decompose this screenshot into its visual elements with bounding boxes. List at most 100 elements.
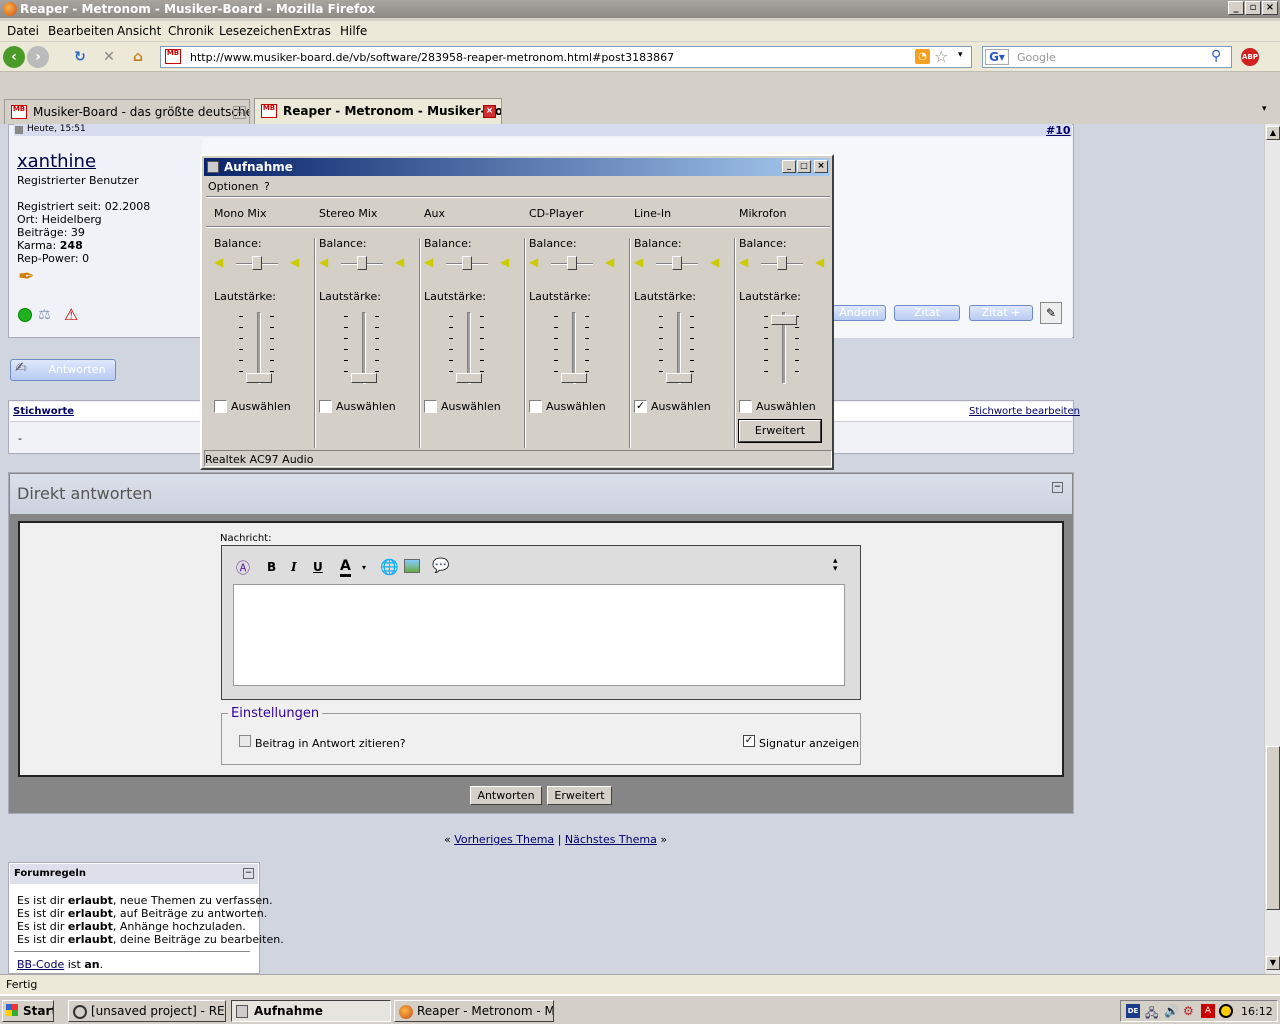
tab-musiker-board[interactable]: MB Musiker-Board - das größte deutsche M.… (4, 99, 250, 124)
insert-quote-icon[interactable]: 💬 (432, 558, 449, 574)
task-firefox[interactable]: Reaper - Metronom - Mu... (394, 1000, 554, 1022)
font-color-button[interactable]: A (340, 558, 351, 577)
task-reaper[interactable]: [unsaved project] - REA... (68, 1000, 226, 1022)
bold-button[interactable]: B (267, 560, 276, 574)
username-link[interactable]: xanthine (17, 151, 96, 172)
balance-thumb[interactable] (462, 256, 472, 270)
volume-thumb[interactable] (561, 372, 587, 383)
collapse-icon[interactable]: − (1052, 482, 1063, 493)
volume-thumb[interactable] (771, 315, 797, 326)
select-checkbox-line-in[interactable]: ✓ (634, 400, 647, 413)
insert-link-icon[interactable]: 🌐 (380, 558, 399, 576)
speaker-left-icon: ◀ (739, 255, 749, 269)
tab-list-icon[interactable]: ▾ (1262, 104, 1267, 114)
reload-icon[interactable]: ↻ (69, 46, 91, 68)
tags-title[interactable]: Stichworte (13, 406, 74, 417)
settings-tray-icon[interactable]: ⚙ (1183, 1004, 1194, 1018)
adblock-icon[interactable]: ABP (1241, 48, 1259, 66)
quote-checkbox[interactable] (239, 735, 251, 747)
rules-collapse-icon[interactable]: − (243, 868, 254, 879)
dialog-menu-options[interactable]: Optionen (208, 180, 258, 193)
rss-feed-icon[interactable]: ◔ (915, 49, 930, 64)
balance-thumb[interactable] (357, 256, 367, 270)
color-dropdown-icon[interactable]: ▾ (362, 563, 366, 572)
scroll-up-icon[interactable]: ▲ (1266, 126, 1280, 140)
advanced-reply-button[interactable]: Erweitert (547, 786, 612, 805)
volume-icon[interactable]: 🔊 (1164, 1004, 1179, 1018)
bbcode-link[interactable]: BB-Code (17, 958, 64, 971)
prev-thread-link[interactable]: Vorheriges Thema (454, 833, 554, 846)
task-recording[interactable]: Aufnahme (231, 1000, 391, 1022)
underline-button[interactable]: U (313, 560, 323, 574)
menu-bearbeiten[interactable]: Bearbeiten (48, 24, 114, 38)
select-checkbox-aux[interactable] (424, 400, 437, 413)
report-warning-icon[interactable]: ⚠ (64, 305, 78, 324)
remove-format-icon[interactable]: Ⓐ (236, 558, 250, 578)
resize-editor-icon[interactable]: ▴ ▾ (833, 557, 838, 574)
signature-checkbox[interactable]: ✓ (743, 735, 755, 747)
tags-edit-link[interactable]: Stichworte bearbeiten (969, 406, 1080, 417)
menu-datei[interactable]: Datei (7, 24, 39, 38)
menu-chronik[interactable]: Chronik (168, 24, 214, 38)
select-checkbox-cd-player[interactable] (529, 400, 542, 413)
search-engine-icon[interactable]: G▾ (985, 49, 1009, 65)
tab-reaper-metronom[interactable]: MB Reaper - Metronom - Musiker-Bo... × (254, 98, 502, 124)
stop-icon[interactable]: ✕ (98, 46, 120, 68)
scroll-thumb[interactable] (1266, 746, 1280, 910)
select-checkbox-stereo-mix[interactable] (319, 400, 332, 413)
menu-lesezeichen[interactable]: Lesezeichen (219, 24, 293, 38)
balance-thumb[interactable] (777, 256, 787, 270)
quote-plus-button[interactable]: Zitat + (969, 305, 1033, 321)
vertical-scrollbar[interactable]: ▲ ▼ (1264, 124, 1280, 974)
volume-thumb[interactable] (351, 372, 377, 383)
volume-thumb[interactable] (666, 372, 692, 383)
network-icon[interactable]: 🖧 (1145, 1004, 1158, 1024)
dialog-minimize-button[interactable]: _ (782, 160, 796, 173)
advanced-button[interactable]: Erweitert (738, 419, 822, 443)
language-indicator[interactable]: DE (1126, 1004, 1140, 1018)
select-label: Auswählen (756, 400, 816, 413)
post-number-link[interactable]: #10 (1046, 124, 1071, 137)
speaker-right-icon: ◀ (395, 255, 405, 269)
post-status-icon (15, 126, 23, 134)
submit-reply-button[interactable]: Antworten (470, 786, 542, 805)
reputation-icon[interactable]: ⚖ (38, 307, 51, 323)
rules-divider (14, 951, 250, 952)
menu-extras[interactable]: Extras (293, 24, 331, 38)
back-arrow-icon[interactable]: ‹ (3, 46, 25, 68)
balance-thumb[interactable] (252, 256, 262, 270)
dialog-menu-help[interactable]: ? (264, 180, 270, 193)
tab-close-icon[interactable]: × (483, 105, 496, 118)
select-checkbox-mikrofon[interactable] (739, 400, 752, 413)
message-textarea[interactable] (233, 584, 845, 686)
next-thread-link[interactable]: Nächstes Thema (565, 833, 657, 846)
pdf-tray-icon[interactable]: A (1201, 1004, 1215, 1018)
balance-thumb[interactable] (672, 256, 682, 270)
quick-reply-icon[interactable]: ✎ (1040, 302, 1062, 324)
bookmark-star-icon[interactable]: ☆ (934, 47, 948, 66)
url-dropdown-icon[interactable]: ▾ (958, 50, 963, 60)
balance-thumb[interactable] (567, 256, 577, 270)
volume-ticks (659, 316, 663, 382)
dialog-close-button[interactable]: × (814, 160, 828, 173)
menu-hilfe[interactable]: Hilfe (340, 24, 367, 38)
magnifier-icon[interactable]: ⚲ (1211, 48, 1221, 64)
rule-permission: erlaubt (67, 894, 113, 907)
maximize-button[interactable]: ▫ (1245, 1, 1261, 15)
edit-post-button[interactable]: Ändern (832, 305, 886, 321)
app-tray-icon[interactable] (1219, 1004, 1233, 1018)
select-checkbox-mono-mix[interactable] (214, 400, 227, 413)
tab-close-icon[interactable]: × (233, 106, 246, 119)
volume-thumb[interactable] (246, 372, 272, 383)
dialog-maximize-button[interactable]: □ (797, 160, 811, 173)
menu-ansicht[interactable]: Ansicht (117, 24, 161, 38)
minimize-button[interactable]: _ (1228, 1, 1244, 15)
forward-arrow-icon[interactable]: › (27, 46, 49, 68)
home-icon[interactable]: ⌂ (127, 46, 149, 68)
insert-image-icon[interactable] (404, 559, 420, 573)
close-button[interactable]: × (1262, 1, 1278, 15)
scroll-down-icon[interactable]: ▼ (1266, 956, 1280, 970)
italic-button[interactable]: I (291, 560, 297, 574)
volume-thumb[interactable] (456, 372, 482, 383)
quote-button[interactable]: Zitat (894, 305, 960, 321)
